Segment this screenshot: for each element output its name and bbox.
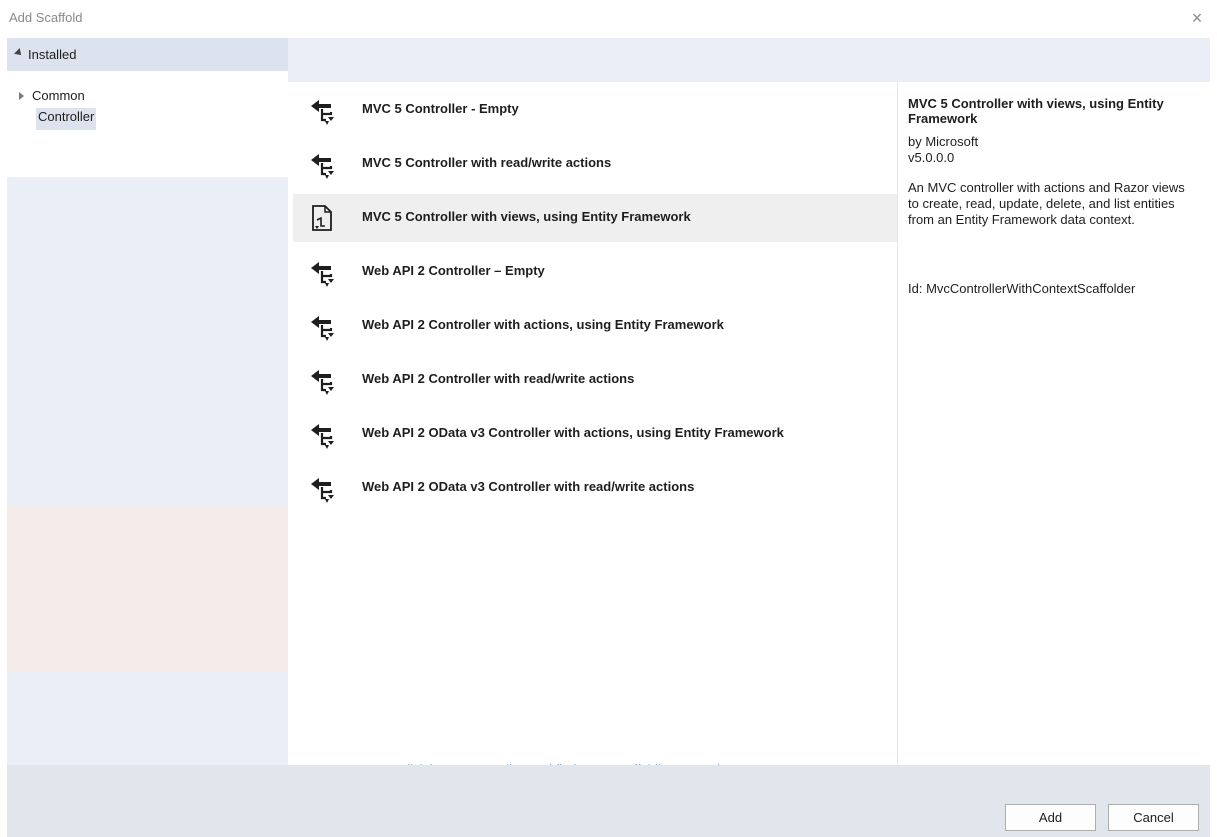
detail-pane: MVC 5 Controller with views, using Entit… — [898, 82, 1210, 765]
controller-icon — [307, 312, 335, 342]
tree-item-label: Controller — [38, 109, 95, 124]
scaffold-item-label: Web API 2 OData v3 Controller with actio… — [362, 425, 784, 440]
scaffold-item-label: Web API 2 OData v3 Controller with read/… — [362, 479, 695, 494]
scaffold-list[interactable]: MVC 5 Controller - Empty MVC 5 Controller… — [293, 82, 898, 777]
controller-icon — [307, 474, 335, 504]
title-bar: Add Scaffold × — [0, 0, 1217, 38]
scaffold-item[interactable]: Web API 2 Controller with actions, using… — [293, 302, 897, 350]
scaffold-item-label: MVC 5 Controller with read/write actions — [362, 155, 612, 170]
tree-item-controller[interactable]: Controller — [36, 108, 97, 130]
scaffold-item[interactable]: Web API 2 OData v3 Controller with read/… — [293, 464, 897, 512]
cancel-button[interactable]: Cancel — [1108, 804, 1199, 831]
controller-icon — [307, 150, 335, 180]
toolbar-band — [288, 38, 1210, 82]
pane-shade — [7, 506, 288, 671]
collapse-triangle-icon — [14, 48, 24, 58]
scaffold-item-label: MVC 5 Controller with views, using Entit… — [362, 209, 691, 224]
document-scaffold-icon — [307, 204, 335, 234]
controller-icon — [307, 258, 335, 288]
category-pane: Installed Common Controller — [7, 38, 288, 765]
scaffold-item[interactable]: Web API 2 OData v3 Controller with actio… — [293, 410, 897, 458]
controller-icon — [307, 420, 335, 450]
scaffold-item[interactable]: Web API 2 Controller – Empty — [293, 248, 897, 296]
scaffold-item-label: Web API 2 Controller with actions, using… — [362, 317, 724, 332]
scaffold-item[interactable]: Web API 2 Controller with read/write act… — [293, 356, 897, 404]
dialog-title: Add Scaffold — [9, 10, 83, 25]
scaffold-item-label: Web API 2 Controller with read/write act… — [362, 371, 635, 386]
tree-item-common[interactable]: Common — [19, 88, 85, 106]
detail-author: by Microsoft — [908, 134, 979, 149]
scaffold-item-label: Web API 2 Controller – Empty — [362, 263, 545, 278]
scaffold-item[interactable]: MVC 5 Controller with views, using Entit… — [293, 194, 897, 242]
controller-icon — [307, 96, 335, 126]
scaffold-item[interactable]: MVC 5 Controller - Empty — [293, 86, 897, 134]
detail-title: MVC 5 Controller with views, using Entit… — [908, 96, 1164, 126]
scaffold-item-label: MVC 5 Controller - Empty — [362, 101, 519, 116]
installed-label: Installed — [28, 47, 77, 62]
expand-triangle-icon — [19, 91, 24, 100]
controller-icon — [307, 366, 335, 396]
detail-description: An MVC controller with actions and Razor… — [908, 180, 1185, 227]
installed-header[interactable]: Installed — [7, 38, 288, 71]
close-icon[interactable]: × — [1187, 8, 1207, 28]
tree-item-label: Common — [32, 88, 85, 103]
detail-version: v5.0.0.0 — [908, 150, 955, 165]
scaffold-item[interactable]: MVC 5 Controller with read/write actions — [293, 140, 897, 188]
add-button[interactable]: Add — [1005, 804, 1096, 831]
detail-id: Id: MvcControllerWithContextScaffolder — [908, 281, 1136, 296]
